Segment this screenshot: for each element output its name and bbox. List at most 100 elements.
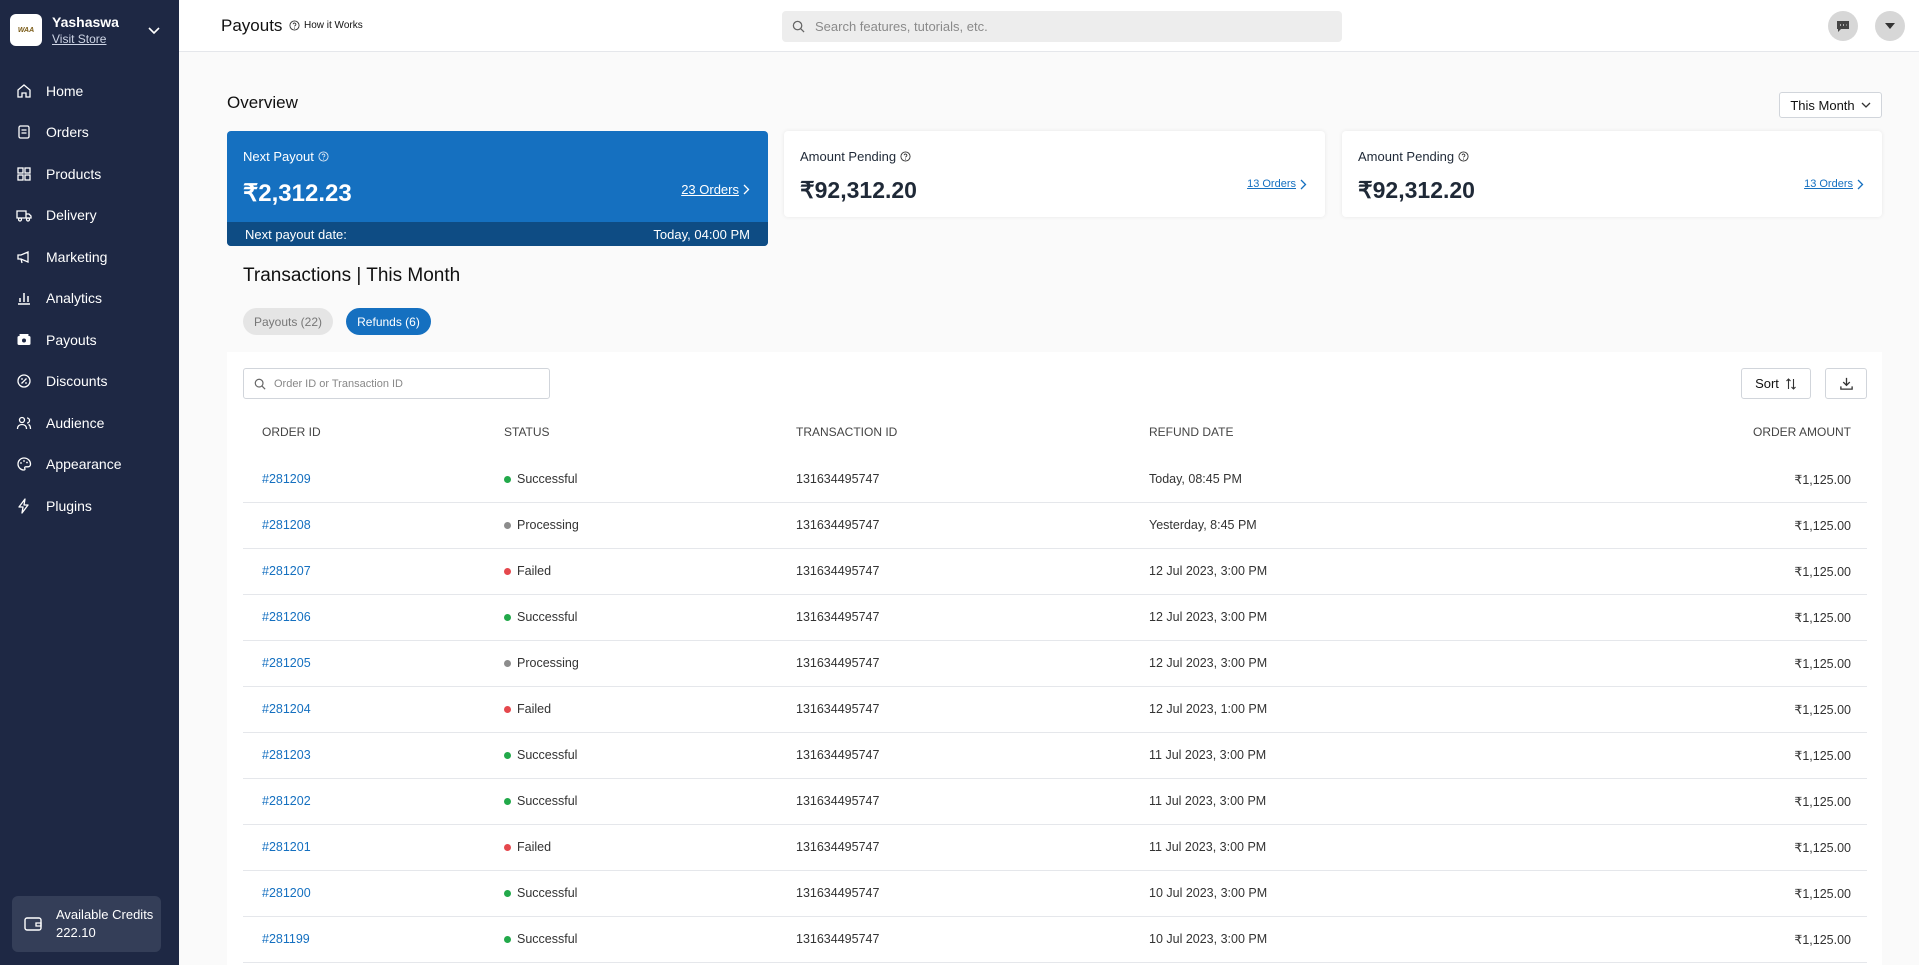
sidebar-item-products[interactable]: Products <box>0 153 179 195</box>
next-payout-label: Next Payout <box>243 149 314 164</box>
global-search[interactable] <box>782 11 1342 42</box>
status-label: Successful <box>517 794 578 808</box>
transaction-id: 131634495747 <box>796 564 880 578</box>
home-icon <box>17 83 31 98</box>
order-amount: ₹1,125.00 <box>1794 565 1851 579</box>
transaction-search[interactable] <box>243 368 550 399</box>
sidebar-item-plugins[interactable]: Plugins <box>0 485 179 527</box>
column-header-refund-date[interactable]: Refund Date <box>1149 425 1233 439</box>
sidebar-item-payouts[interactable]: Payouts <box>0 319 179 361</box>
amount-pending-orders-label: 13 Orders <box>1804 178 1853 190</box>
sidebar-item-marketing[interactable]: Marketing <box>0 236 179 278</box>
sort-button[interactable]: Sort <box>1741 368 1811 399</box>
refund-date: Today, 08:45 PM <box>1149 472 1242 486</box>
store-switcher[interactable]: WAA Yashaswa Visit Store <box>0 0 179 60</box>
table-row[interactable]: #281199 Successful 131634495747 10 Jul 2023… <box>243 917 1867 963</box>
sidebar-item-discounts[interactable]: Discounts <box>0 361 179 403</box>
table-row[interactable]: #281206 Successful 131634495747 12 Jul 2023… <box>243 595 1867 641</box>
search-icon <box>792 20 805 33</box>
search-icon <box>254 378 266 390</box>
status-label: Successful <box>517 472 578 486</box>
next-payout-orders-link[interactable]: 23 Orders <box>681 182 750 197</box>
status-cell: Failed <box>504 564 551 578</box>
table-row[interactable]: #281202 Successful 131634495747 11 Jul 2023… <box>243 779 1867 825</box>
sidebar-item-audience[interactable]: Audience <box>0 402 179 444</box>
table-row[interactable]: #281209 Successful 131634495747 Today, 08:4… <box>243 457 1867 503</box>
table-row[interactable]: #281208 Processing 131634495747 Yesterday, … <box>243 503 1867 549</box>
sidebar-item-label: Discounts <box>46 373 108 390</box>
download-button[interactable] <box>1825 368 1867 399</box>
amount-pending-label: Amount Pending <box>1358 149 1455 164</box>
order-id-link[interactable]: #281204 <box>262 702 311 716</box>
transaction-id: 131634495747 <box>796 656 880 670</box>
help-icon[interactable] <box>1458 151 1469 162</box>
sidebar: WAA Yashaswa Visit Store Home Orders Pro… <box>0 0 179 965</box>
order-id-link[interactable]: #281203 <box>262 748 311 762</box>
how-it-works-link[interactable]: How it Works <box>289 20 363 31</box>
status-dot-icon <box>504 659 511 667</box>
table-row[interactable]: #281207 Failed 131634495747 12 Jul 2023, 3:… <box>243 549 1867 595</box>
order-id-link[interactable]: #281199 <box>262 932 310 946</box>
download-icon <box>1839 377 1853 390</box>
status-dot-icon <box>504 613 511 621</box>
order-id-link[interactable]: #281207 <box>262 564 311 578</box>
chevron-down-icon <box>1861 102 1871 108</box>
tab-payouts[interactable]: Payouts (22) <box>243 308 333 335</box>
amount-pending-label: Amount Pending <box>800 149 897 164</box>
sidebar-item-analytics[interactable]: Analytics <box>0 278 179 320</box>
status-dot-icon <box>504 797 511 805</box>
table-row[interactable]: #281200 Successful 131634495747 10 Jul 2023… <box>243 871 1867 917</box>
sidebar-item-label: Orders <box>46 124 89 141</box>
status-label: Failed <box>517 702 552 716</box>
chat-button[interactable] <box>1828 11 1858 41</box>
next-payout-label-wrap: Next Payout <box>243 149 329 164</box>
help-icon[interactable] <box>900 151 911 162</box>
account-menu-button[interactable] <box>1875 11 1905 41</box>
table-row[interactable]: #281201 Failed 131634495747 11 Jul 2023, 3:… <box>243 825 1867 871</box>
order-id-link[interactable]: #281206 <box>262 610 311 624</box>
column-header-order-amount[interactable]: Order Amount <box>1753 425 1851 439</box>
column-header-transaction-id[interactable]: Transaction ID <box>796 425 897 439</box>
order-id-link[interactable]: #281202 <box>262 794 311 808</box>
amount-pending-orders-link[interactable]: 13 Orders <box>1247 178 1307 190</box>
table-row[interactable]: #281205 Processing 131634495747 12 Jul 2023… <box>243 641 1867 687</box>
chat-icon <box>1837 21 1849 32</box>
transaction-search-input[interactable] <box>274 377 534 390</box>
amount-pending-label-wrap: Amount Pending <box>1358 149 1469 164</box>
status-dot-icon <box>504 567 511 575</box>
tab-refunds[interactable]: Refunds (6) <box>346 308 431 335</box>
table-row[interactable]: #281204 Failed 131634495747 12 Jul 2023, 1:… <box>243 687 1867 733</box>
period-select[interactable]: This Month <box>1779 92 1882 118</box>
store-logo: WAA <box>10 14 42 46</box>
transaction-id: 131634495747 <box>796 794 880 808</box>
status-label: Failed <box>517 840 552 854</box>
order-id-link[interactable]: #281209 <box>262 472 311 486</box>
refund-date: 12 Jul 2023, 3:00 PM <box>1149 656 1268 670</box>
help-icon[interactable] <box>318 151 329 162</box>
sidebar-item-home[interactable]: Home <box>0 70 179 112</box>
sidebar-item-delivery[interactable]: Delivery <box>0 195 179 237</box>
bolt-icon <box>18 498 29 514</box>
transaction-id: 131634495747 <box>796 518 880 532</box>
status-dot-icon <box>504 475 511 483</box>
order-id-link[interactable]: #281201 <box>262 840 311 854</box>
chevron-down-icon[interactable] <box>147 23 161 37</box>
sidebar-item-orders[interactable]: Orders <box>0 112 179 154</box>
column-header-order-id[interactable]: Order ID <box>262 425 321 439</box>
order-id-link[interactable]: #281208 <box>262 518 311 532</box>
status-label: Processing <box>517 656 579 670</box>
order-id-link[interactable]: #281200 <box>262 886 311 900</box>
amount-pending-card-2: Amount Pending ₹92,312.20 13 Orders <box>1342 131 1882 217</box>
status-label: Successful <box>517 886 578 900</box>
order-id-link[interactable]: #281205 <box>262 656 311 670</box>
search-input[interactable] <box>815 19 1315 34</box>
sidebar-item-appearance[interactable]: Appearance <box>0 444 179 486</box>
table-row[interactable]: #281203 Successful 131634495747 11 Jul 2023… <box>243 733 1867 779</box>
sidebar-nav: Home Orders Products Delivery Marketing … <box>0 70 179 527</box>
order-amount: ₹1,125.00 <box>1794 887 1851 901</box>
amount-pending-orders-link[interactable]: 13 Orders <box>1804 178 1864 190</box>
available-credits[interactable]: Available Credits 222.10 <box>12 896 161 952</box>
page-title: Payouts <box>221 16 283 35</box>
column-header-status[interactable]: Status <box>504 425 550 439</box>
visit-store-link[interactable]: Visit Store <box>52 31 119 47</box>
